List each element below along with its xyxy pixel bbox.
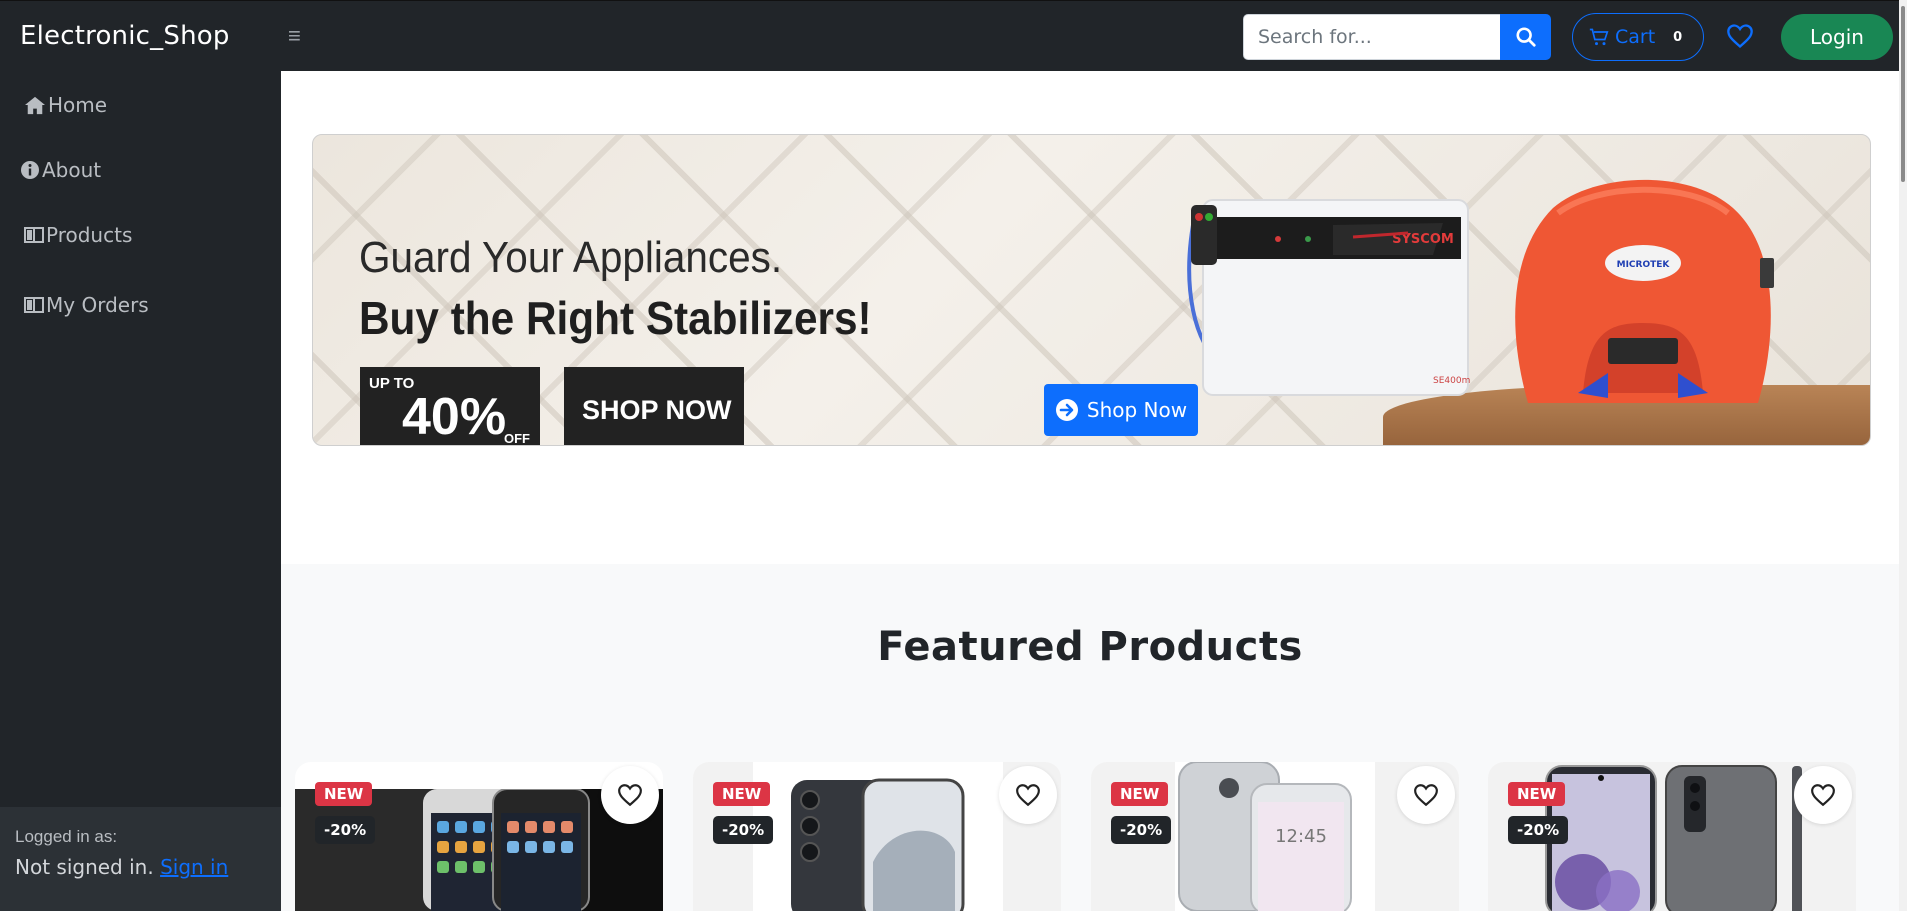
- cart-icon: [1589, 28, 1609, 46]
- book-icon: [24, 227, 44, 243]
- search-input[interactable]: [1243, 14, 1500, 60]
- sidebar: Home About Products My Orders Logged in …: [0, 71, 281, 911]
- heart-icon: [1727, 24, 1753, 49]
- discount-badge: -20%: [1111, 816, 1172, 844]
- wishlist-toggle[interactable]: [1397, 766, 1455, 824]
- wishlist-button[interactable]: [1726, 23, 1756, 51]
- new-badge: NEW: [713, 782, 771, 806]
- status-text: Not signed in.: [15, 855, 154, 879]
- sidebar-item-my-orders[interactable]: My Orders: [24, 293, 149, 317]
- brand-logo[interactable]: Electronic_Shop: [20, 21, 230, 51]
- scrollbar-thumb[interactable]: [1901, 6, 1905, 182]
- sidebar-item-label: My Orders: [46, 293, 149, 317]
- featured-title: Featured Products: [877, 624, 1303, 670]
- sidebar-item-home[interactable]: Home: [24, 93, 107, 117]
- new-badge: NEW: [1111, 782, 1169, 806]
- shop-now-button[interactable]: Shop Now: [1044, 384, 1198, 436]
- hamburger-icon[interactable]: ≡: [288, 25, 301, 47]
- search-button[interactable]: [1500, 14, 1551, 60]
- promo-discount-box: UP TO 40% OFF: [360, 367, 540, 446]
- svg-text:12:45: 12:45: [1275, 826, 1327, 847]
- promo-off: OFF: [504, 431, 530, 446]
- discount-badge: -20%: [1508, 816, 1569, 844]
- promo-percent: 40%: [402, 388, 507, 446]
- product-card[interactable]: NEW -20%: [1488, 762, 1856, 911]
- arrow-right-circle-icon: [1055, 399, 1078, 421]
- heart-icon: [1811, 784, 1835, 807]
- shop-now-label: Shop Now: [1086, 398, 1188, 422]
- product-card[interactable]: NEW -20%: [693, 762, 1061, 911]
- cart-count-badge: 0: [1673, 29, 1683, 45]
- helmet-brand-text: MICROTEK: [1617, 260, 1671, 270]
- new-badge: NEW: [315, 782, 373, 806]
- search-form: [1243, 14, 1551, 60]
- logged-in-label: Logged in as:: [15, 827, 118, 846]
- signin-status: Not signed in. Sign in: [15, 855, 266, 879]
- wishlist-toggle[interactable]: [999, 766, 1057, 824]
- sidebar-item-about[interactable]: About: [20, 158, 101, 182]
- search-icon: [1515, 27, 1536, 47]
- hero-headline: Guard Your Appliances.: [359, 233, 783, 282]
- product-card[interactable]: 12:45 NEW -20%: [1091, 762, 1459, 911]
- stabilizer-model-text: SE400m: [1433, 376, 1470, 386]
- wishlist-toggle[interactable]: [601, 766, 659, 824]
- heart-icon: [1016, 784, 1040, 807]
- heart-icon: [618, 784, 642, 807]
- promo-shop-box: SHOP NOW: [564, 367, 744, 445]
- top-navbar: Electronic_Shop ≡ Cart 0 Login: [0, 0, 1907, 71]
- sidebar-item-label: Home: [48, 93, 108, 117]
- stabilizer-red-product-image: MICROTEK: [1515, 179, 1774, 403]
- stabilizer-product-image: SYSCOM SE400m: [1187, 199, 1470, 396]
- promo-shop-text: SHOP NOW: [582, 395, 732, 425]
- cart-button[interactable]: Cart 0: [1572, 13, 1704, 61]
- sidebar-footer: Logged in as: Not signed in. Sign in: [0, 807, 281, 911]
- sidebar-item-label: About: [42, 158, 102, 182]
- discount-badge: -20%: [315, 816, 376, 844]
- new-badge: NEW: [1508, 782, 1566, 806]
- book-icon: [24, 297, 44, 313]
- info-icon: [21, 161, 39, 179]
- sign-in-link[interactable]: Sign in: [160, 855, 228, 879]
- product-card[interactable]: NEW -20%: [295, 762, 663, 911]
- login-button[interactable]: Login: [1781, 14, 1893, 60]
- sidebar-item-label: Products: [46, 223, 133, 247]
- heart-icon: [1414, 784, 1438, 807]
- hero-subheadline: Buy the Right Stabilizers!: [359, 292, 872, 344]
- discount-badge: -20%: [713, 816, 774, 844]
- cart-label: Cart: [1615, 26, 1656, 48]
- home-icon: [25, 96, 45, 115]
- sidebar-item-products[interactable]: Products: [24, 223, 132, 247]
- wishlist-toggle[interactable]: [1794, 766, 1852, 824]
